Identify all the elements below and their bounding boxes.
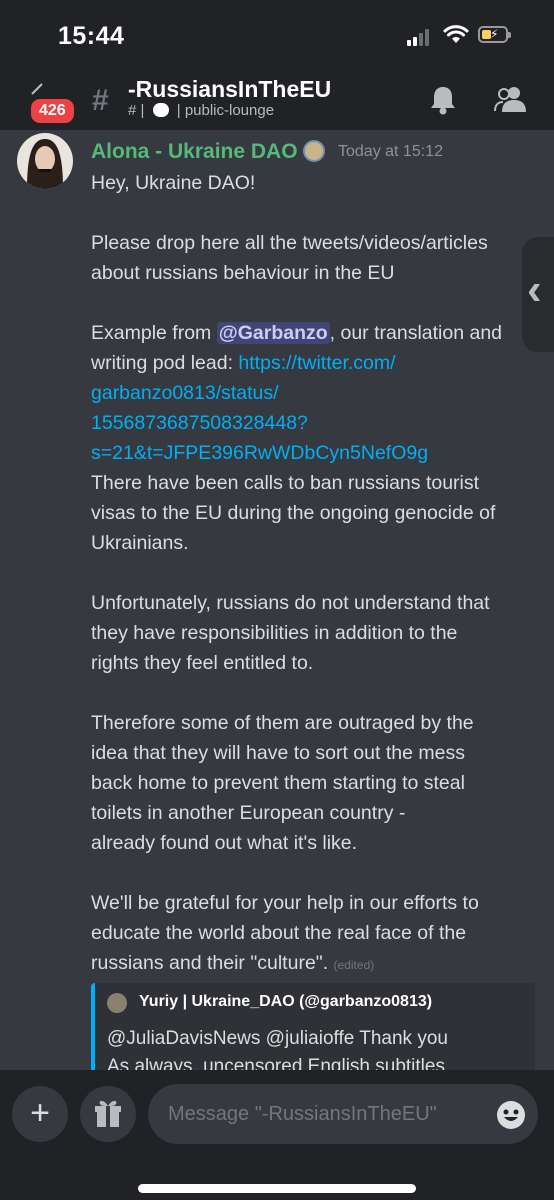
- battery-icon: ⚡: [478, 26, 511, 43]
- member-drawer-tab[interactable]: ‹: [522, 237, 554, 352]
- message-line: educate the world about the real face of…: [91, 922, 467, 944]
- chat-bubble-icon: [152, 103, 169, 117]
- user-mention[interactable]: @Garbanzo: [216, 322, 330, 344]
- tweet-link-cont[interactable]: s=21&t=JFPE396RwWDbCyn5NefO9g: [91, 438, 531, 468]
- message-body: Hey, Ukraine DAO! Please drop here all t…: [91, 168, 531, 980]
- text-segment: writing pod lead:: [91, 352, 239, 374]
- role-icon: [303, 140, 325, 162]
- tweet-embed[interactable]: Yuriy | Ukraine_DAO (@garbanzo0813) @Jul…: [91, 983, 535, 1083]
- message-line: Hey, Ukraine DAO!: [91, 172, 256, 194]
- message-author[interactable]: Alona - Ukraine DAO: [91, 140, 298, 164]
- message-line: already found out what it's like.: [91, 832, 358, 854]
- message-line: writing pod lead: https://twitter.com/: [91, 348, 531, 378]
- text-segment: toilets in another European country -: [91, 802, 411, 824]
- message-timestamp: Today at 15:12: [338, 143, 443, 160]
- message-line: There have been calls to ban russians to…: [91, 472, 480, 494]
- embed-line: @JuliaDavisNews @juliaioffe Thank you: [107, 1028, 448, 1049]
- tweet-link-cont[interactable]: garbanzo0813/status/: [91, 378, 531, 408]
- message-line: back home to prevent them starting to st…: [91, 772, 465, 794]
- tweet-link[interactable]: https://twitter.com/: [238, 352, 395, 374]
- embed-author-avatar: [107, 993, 127, 1013]
- message-input[interactable]: [148, 1084, 538, 1144]
- bell-icon[interactable]: [428, 84, 458, 116]
- unread-count-badge[interactable]: 426: [28, 96, 77, 126]
- message-line: russians and their "culture". (edited): [91, 948, 531, 980]
- message-line: visas to the EU during the ongoing genoc…: [91, 502, 496, 524]
- channel-path-suffix: | public-lounge: [176, 102, 275, 119]
- add-attachment-button[interactable]: +: [12, 1086, 68, 1142]
- author-avatar[interactable]: [17, 133, 73, 189]
- message-line: idea that they will have to sort out the…: [91, 742, 465, 764]
- wifi-icon: [443, 25, 469, 43]
- message-line: toilets in another European country -: [91, 798, 531, 828]
- ukraine-flag-icon: [411, 805, 433, 821]
- members-icon[interactable]: [494, 84, 526, 114]
- composer-bar: +: [0, 1070, 554, 1200]
- text-segment: russians and their "culture".: [91, 952, 329, 974]
- message-line: Example from @Garbanzo, our translation …: [91, 318, 531, 348]
- cellular-signal-icon: [407, 28, 433, 46]
- status-bar: 15:44 ⚡: [0, 0, 554, 70]
- gift-icon: [95, 1100, 121, 1127]
- home-indicator: [138, 1184, 416, 1193]
- embed-author[interactable]: Yuriy | Ukraine_DAO (@garbanzo0813): [139, 993, 432, 1011]
- message-line: about russians behaviour in the EU: [91, 262, 395, 284]
- message-line: they have responsibilities in addition t…: [91, 622, 458, 644]
- channel-hash-icon: #: [92, 84, 109, 117]
- chevron-left-icon: ‹: [527, 265, 542, 314]
- channel-path-prefix: # |: [128, 102, 145, 119]
- text-segment: Example from: [91, 322, 217, 344]
- edited-marker: (edited): [333, 958, 375, 972]
- emoji-icon[interactable]: [496, 1100, 526, 1130]
- message-line: rights they feel entitled to.: [91, 652, 314, 674]
- message-line: Please drop here all the tweets/videos/a…: [91, 232, 488, 254]
- channel-name[interactable]: -RussiansInTheEU: [128, 76, 331, 103]
- back-arrow-icon[interactable]: [30, 82, 44, 96]
- channel-path[interactable]: # | | public-lounge: [128, 102, 274, 119]
- message-line: Unfortunately, russians do not understan…: [91, 592, 490, 614]
- channel-header: 426 # -RussiansInTheEU # | | public-loun…: [0, 70, 554, 130]
- message-line: Ukrainians.: [91, 532, 189, 554]
- message-line: Therefore some of them are outraged by t…: [91, 712, 474, 734]
- status-time: 15:44: [58, 22, 125, 50]
- text-segment: , our translation and: [329, 322, 503, 344]
- gift-button[interactable]: [80, 1086, 136, 1142]
- tweet-link-cont[interactable]: 1556873687508328448?: [91, 408, 531, 438]
- message-line: We'll be grateful for your help in our e…: [91, 892, 479, 914]
